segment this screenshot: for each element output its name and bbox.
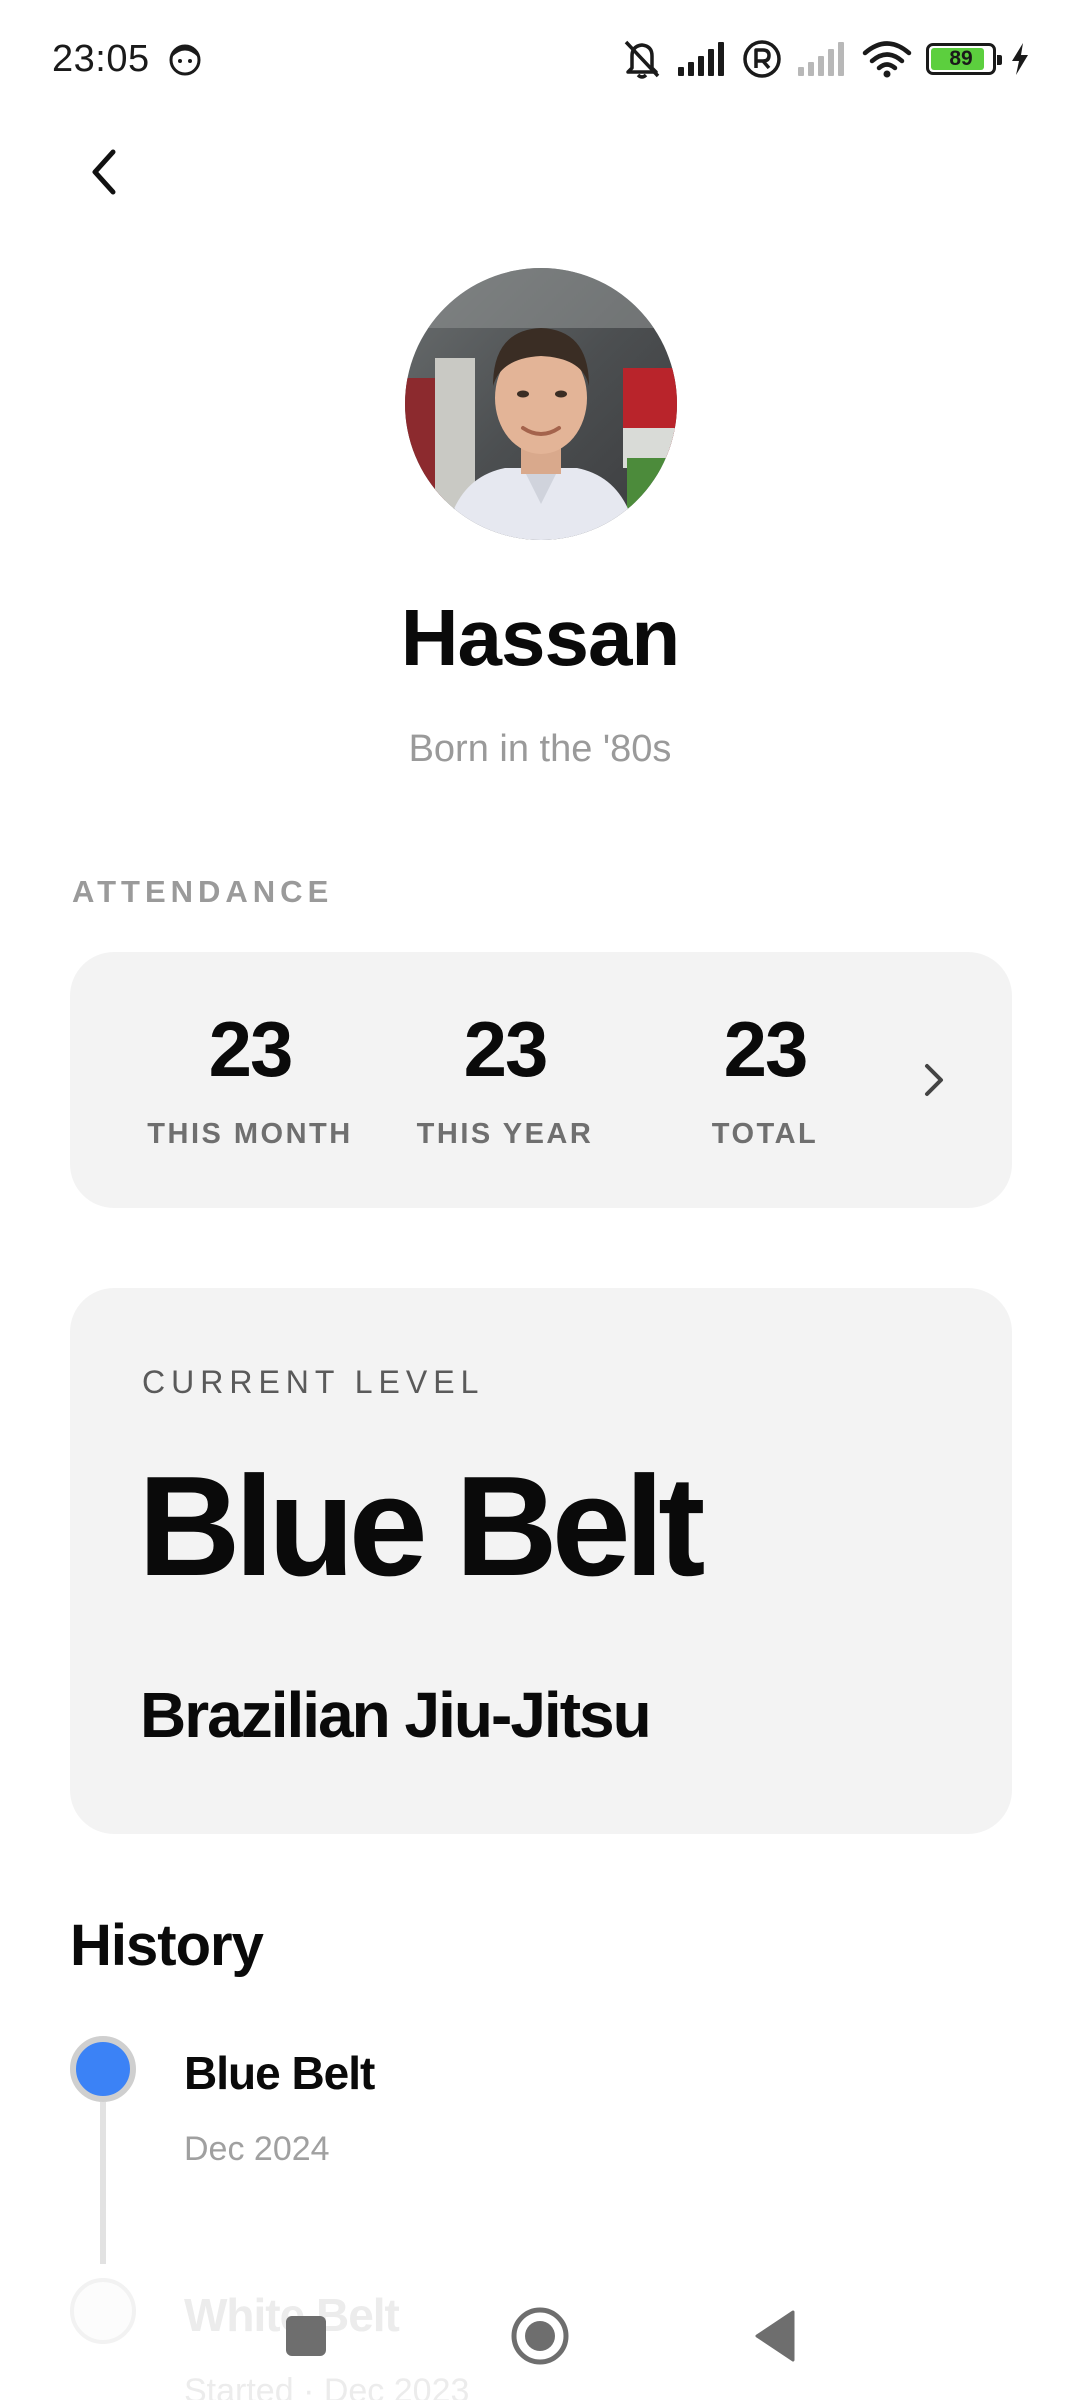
stat-value: 23 [723, 1005, 809, 1093]
signal-weak-icon [796, 41, 848, 77]
status-icons: 89 [622, 36, 1030, 82]
triangle-back-icon [755, 2310, 795, 2362]
status-time: 23:05 [52, 38, 150, 80]
history-item-title: Blue Belt [184, 2047, 375, 2099]
profile-screen: 23:05 89 Hassan Born in the '80s ATTENDA… [0, 0, 1080, 2400]
stat-value: 23 [463, 1005, 549, 1093]
stat-this-year: 23 THIS YEAR [395, 1010, 615, 1151]
charging-bolt-icon [1010, 42, 1030, 76]
stat-total: 23 TOTAL [670, 1010, 860, 1151]
profile-name: Hassan [400, 593, 681, 682]
current-level-label: CURRENT LEVEL [142, 1364, 485, 1400]
avatar [405, 268, 677, 540]
home-button[interactable] [500, 2296, 580, 2376]
current-level-card: CURRENT LEVEL Blue Belt Brazilian Jiu-Ji… [70, 1288, 1012, 1834]
status-bar: 23:05 89 [0, 0, 1080, 120]
timeline-line [100, 2102, 106, 2264]
circle-icon [511, 2307, 569, 2365]
profile-subtitle: Born in the '80s [408, 728, 672, 770]
history-item-date: Dec 2024 [184, 2130, 330, 2168]
roaming-r-icon [742, 39, 782, 79]
system-back-button[interactable] [735, 2296, 815, 2376]
face-icon [168, 42, 202, 76]
chevron-right-icon[interactable] [906, 1052, 962, 1108]
back-button[interactable] [72, 140, 136, 204]
timeline-dot-current [70, 2036, 136, 2102]
current-belt: Blue Belt [138, 1447, 705, 1606]
stat-this-month: 23 THIS MONTH [130, 1010, 370, 1151]
chevron-left-icon [92, 149, 116, 195]
stat-label: THIS YEAR [416, 1118, 594, 1150]
system-nav-bar [0, 2266, 1080, 2400]
martial-art-name: Brazilian Jiu-Jitsu [140, 1679, 652, 1751]
signal-icon [676, 41, 728, 77]
attendance-section-label: ATTENDANCE [72, 874, 334, 909]
wifi-icon [862, 40, 912, 78]
recent-apps-button[interactable] [266, 2296, 346, 2376]
square-icon [286, 2316, 326, 2356]
history-title: History [70, 1913, 264, 1978]
attendance-card[interactable]: 23 THIS MONTH 23 THIS YEAR 23 TOTAL [70, 952, 1012, 1208]
bell-muted-icon [622, 38, 662, 80]
battery-level: 89 [949, 47, 973, 70]
stat-label: THIS MONTH [147, 1118, 353, 1150]
battery-icon: 89 [926, 43, 1002, 75]
stat-value: 23 [208, 1005, 294, 1093]
stat-label: TOTAL [711, 1118, 819, 1150]
